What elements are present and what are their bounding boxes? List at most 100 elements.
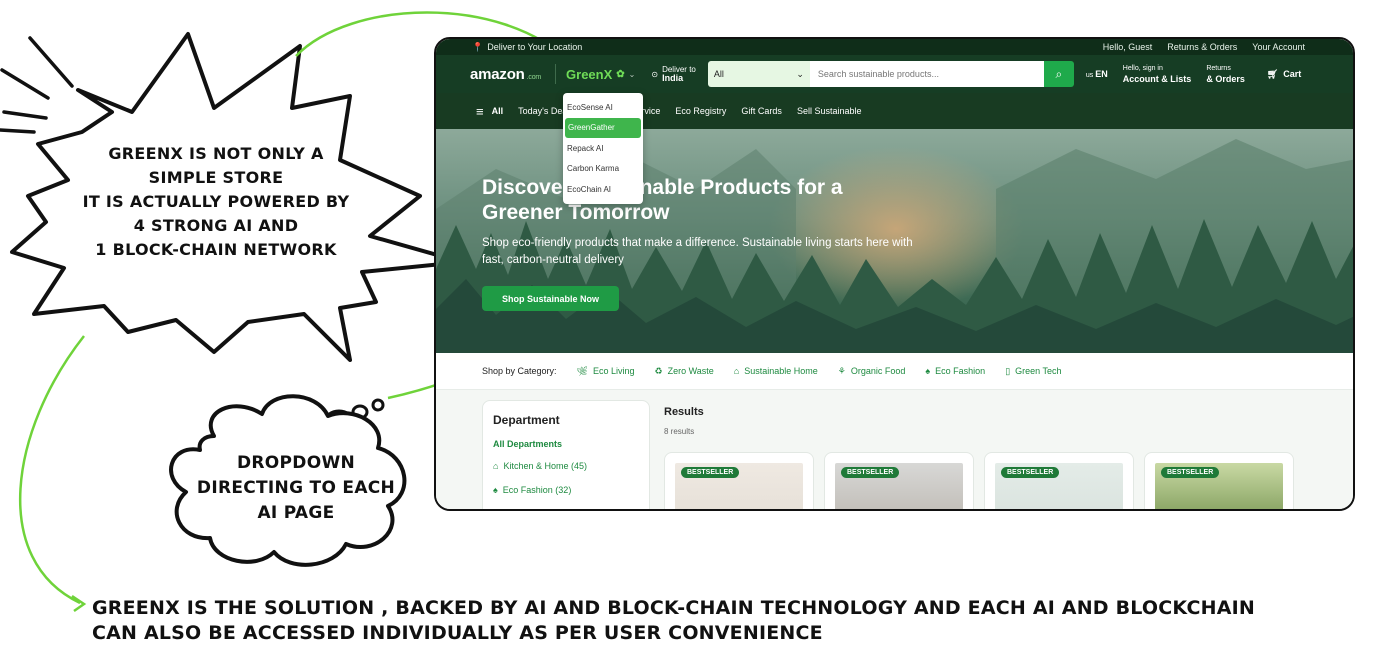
hamburger-icon: ≡: [476, 103, 484, 119]
department-kitchen-home[interactable]: ⌂ Kitchen & Home (45): [493, 461, 639, 471]
category-green-tech[interactable]: ▯ Green Tech: [1005, 366, 1061, 377]
category-bar-label: Shop by Category:: [482, 366, 557, 376]
home-icon: ⌂: [733, 366, 740, 376]
product-listing-area: Department All Departments ⌂ Kitchen & Ho…: [436, 390, 1353, 509]
home-icon: ⌂: [493, 461, 499, 471]
bottom-caption: GREENX IS THE SOLUTION , BACKED BY AI AN…: [92, 597, 1255, 644]
shop-by-category-bar: Shop by Category: 🌿︎ Eco Living ♻ Zero Was…: [436, 353, 1353, 390]
your-account-link[interactable]: Your Account: [1252, 42, 1305, 52]
dropdown-item-repack-ai[interactable]: Repack AI: [563, 138, 643, 159]
hero-title: Discover Sustainable Products for a Gree…: [482, 176, 843, 224]
search-category-select[interactable]: All ⌄: [707, 61, 810, 87]
category-zero-waste-label: Zero Waste: [667, 366, 714, 376]
dropdown-item-ecochain-ai[interactable]: EcoChain AI: [563, 179, 643, 200]
product-card[interactable]: BESTSELLER: [664, 452, 814, 509]
results-count: 8 results: [664, 427, 695, 436]
department-eco-fashion[interactable]: ♠ Eco Fashion (32): [493, 485, 639, 495]
deliver-location-text: Deliver to Your Location: [487, 42, 583, 52]
hello-guest-link[interactable]: Hello, Guest: [1103, 42, 1153, 52]
category-eco-fashion[interactable]: ♠ Eco Fashion: [925, 366, 985, 376]
deliver-to-button[interactable]: ⊙ Deliver to India: [651, 65, 696, 83]
department-all-link[interactable]: All Departments: [493, 439, 639, 449]
category-eco-living-label: Eco Living: [592, 366, 635, 376]
greenx-screenshot-frame: 📍 Deliver to Your Location Hello, Guest …: [434, 37, 1355, 511]
burst-caption: GREENX is not only a simple store it is …: [80, 142, 352, 262]
returns-orders-menu[interactable]: Returns & Orders: [1206, 64, 1245, 84]
department-eco-fashion-label: Eco Fashion (32): [502, 485, 572, 495]
cloud-caption: Dropdown directing to each AI page: [196, 451, 396, 526]
category-green-tech-label: Green Tech: [1015, 366, 1062, 376]
dropdown-item-carbon-karma[interactable]: Carbon Karma: [563, 159, 643, 180]
cart-icon: 🛒︎: [1266, 68, 1279, 79]
amazon-logo[interactable]: amazon .com: [470, 66, 541, 83]
category-sustainable-home-label: Sustainable Home: [744, 366, 818, 376]
top-strip: 📍 Deliver to Your Location Hello, Guest …: [436, 39, 1353, 55]
bestseller-badge: BESTSELLER: [841, 467, 900, 478]
thought-dot-3: [371, 398, 385, 412]
category-eco-fashion-label: Eco Fashion: [935, 366, 986, 376]
sprout-icon: ⚘: [837, 365, 846, 376]
product-card[interactable]: BESTSELLER: [1144, 452, 1294, 509]
top-strip-links: Hello, Guest Returns & Orders Your Accou…: [1103, 42, 1305, 52]
returns-orders-link[interactable]: Returns & Orders: [1167, 42, 1237, 52]
returns-label: Returns: [1206, 65, 1231, 72]
all-menu-button[interactable]: ≡ All: [476, 104, 503, 119]
chevron-down-icon: ⌄: [628, 69, 636, 79]
arrow-burst-to-bottom: [18, 335, 85, 605]
leaf-icon: 🌿︎: [576, 365, 588, 376]
subnav-gift-cards[interactable]: Gift Cards: [741, 106, 782, 116]
deliver-location-link[interactable]: 📍 Deliver to Your Location: [472, 42, 582, 53]
product-card[interactable]: BESTSELLER: [824, 452, 974, 509]
main-navbar: amazon .com GreenX ✿ ⌄ ⊙ Deliver to India…: [436, 55, 1353, 93]
cart-button[interactable]: 🛒︎ Cart: [1267, 69, 1301, 80]
bestseller-badge: BESTSELLER: [1161, 467, 1220, 478]
category-eco-living[interactable]: 🌿︎ Eco Living: [577, 366, 635, 377]
cart-label: Cart: [1283, 69, 1302, 79]
account-lists-label: Account & Lists: [1122, 74, 1192, 84]
search-icon: ⌕: [1055, 66, 1063, 81]
results-heading: Results: [664, 406, 704, 418]
department-title: Department: [493, 413, 560, 427]
arrow-burst-to-bottom-head: [71, 594, 87, 613]
category-organic-food[interactable]: ⚘ Organic Food: [838, 366, 906, 377]
logo-text: amazon: [470, 65, 525, 83]
greenx-brand-dropdown-toggle[interactable]: GreenX ✿ ⌄: [566, 67, 635, 82]
location-pin-outline-icon: ⊙: [651, 69, 659, 79]
search-bar: All ⌄ Search sustainable products... ⌕: [707, 61, 1074, 87]
category-zero-waste[interactable]: ♻ Zero Waste: [655, 366, 714, 377]
orders-label: & Orders: [1206, 74, 1245, 84]
search-button[interactable]: ⌕: [1043, 61, 1074, 87]
shirt-icon: ♠: [493, 485, 498, 495]
location-pin-icon: 📍: [472, 41, 484, 52]
logo-suffix: .com: [526, 73, 542, 81]
account-greeting: Hello, sign in: [1122, 65, 1163, 72]
shirt-icon: ♠: [925, 366, 931, 376]
dropdown-item-ecosense-ai[interactable]: EcoSense AI: [563, 97, 643, 118]
burst-line-2: it is actually powered by 4 strong ai an…: [82, 192, 350, 235]
language-selector[interactable]: us EN: [1086, 69, 1108, 79]
select-chevron-icon: ⌄: [796, 68, 804, 79]
cloud-line-1: Dropdown directing to each: [196, 453, 396, 498]
product-card[interactable]: BESTSELLER: [984, 452, 1134, 509]
recycle-icon: ♻: [654, 365, 663, 376]
category-sustainable-home[interactable]: ⌂ Sustainable Home: [734, 366, 818, 376]
bestseller-badge: BESTSELLER: [1001, 467, 1060, 478]
dropdown-item-greengather[interactable]: GreenGather: [565, 117, 641, 138]
search-input[interactable]: Search sustainable products...: [809, 61, 1044, 87]
battery-icon: ▯: [1005, 365, 1011, 376]
burst-line-3: 1 block-chain network: [95, 240, 337, 259]
flag-us-text: us: [1085, 72, 1094, 79]
account-lists-menu[interactable]: Hello, sign in Account & Lists: [1123, 64, 1192, 84]
subnav-eco-registry[interactable]: Eco Registry: [675, 106, 726, 116]
deliver-to-country: India: [662, 73, 684, 83]
burst-spark-lines: [0, 36, 74, 134]
subnav-sell-sustainable[interactable]: Sell Sustainable: [797, 106, 862, 116]
department-filter-panel: Department All Departments ⌂ Kitchen & Ho…: [482, 400, 650, 509]
all-menu-label: All: [491, 106, 504, 116]
category-organic-food-label: Organic Food: [850, 366, 906, 376]
burst-line-1: GREENX is not only a simple store: [108, 144, 324, 187]
leaf-icon: ✿: [616, 68, 625, 80]
thought-dot-1: [323, 409, 355, 435]
shop-sustainable-now-button[interactable]: Shop Sustainable Now: [482, 286, 619, 311]
bestseller-badge: BESTSELLER: [681, 467, 740, 478]
